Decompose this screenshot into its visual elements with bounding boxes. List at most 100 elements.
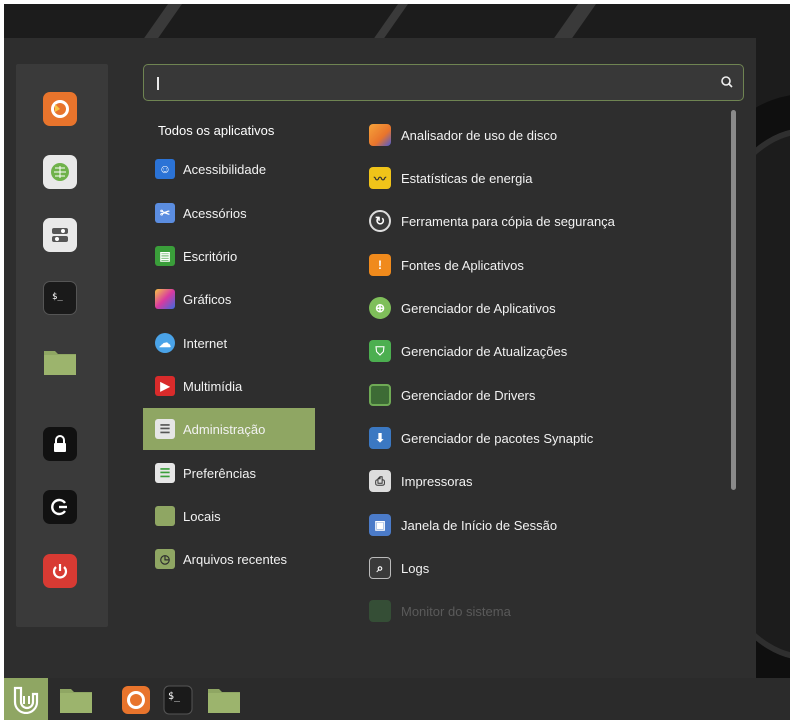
app-logs[interactable]: ⌕ Logs [369,553,429,583]
category-label: Preferências [183,465,256,481]
administration-icon: ☰ [155,419,175,439]
app-backup-tool[interactable]: ↻ Ferramenta para cópia de segurança [369,206,615,236]
category-label: Escritório [183,248,238,264]
app-label: Gerenciador de Atualizações [401,343,568,359]
app-power-statistics[interactable]: 〰 Estatísticas de energia [369,163,533,193]
taskbar-terminal[interactable]: $_ [160,682,196,718]
app-label: Fontes de Aplicativos [401,257,524,273]
backup-icon: ↻ [369,210,391,232]
category-accessories[interactable]: ✂ Acessórios [143,192,315,234]
app-label: Gerenciador de Aplicativos [401,300,556,316]
category-recent-files[interactable]: ◷ Arquivos recentes [143,538,315,580]
disk-usage-icon [369,124,391,146]
category-multimedia[interactable]: ▶ Multimídia [143,365,315,407]
search-input[interactable] [143,64,744,101]
app-label: Estatísticas de energia [401,170,533,186]
category-places[interactable]: Locais [143,495,315,537]
category-label: Multimídia [183,378,243,394]
synaptic-icon: ⬇ [369,427,391,449]
folder-icon [60,689,92,713]
app-label: Ferramenta para cópia de segurança [401,213,615,229]
category-label: Arquivos recentes [183,551,288,567]
app-synaptic[interactable]: ⬇ Gerenciador de pacotes Synaptic [369,423,593,453]
taskbar-files-2[interactable] [204,682,244,718]
terminal-icon: $_ [163,685,193,715]
app-update-manager[interactable]: ⛉ Gerenciador de Atualizações [369,336,567,366]
app-printers[interactable]: ⎙ Impressoras [369,466,473,496]
logout-button[interactable] [43,490,77,524]
folder-icon [155,506,175,526]
app-software-sources[interactable]: ! Fontes de Aplicativos [369,250,524,280]
accessories-icon: ✂ [155,203,175,223]
category-all-applications[interactable]: Todos os aplicativos [158,123,274,138]
app-label: Logs [401,560,430,576]
folder-icon [208,689,240,713]
app-label: Analisador de uso de disco [401,127,558,143]
category-label: Locais [183,508,221,524]
taskbar: $_ [4,678,790,720]
printer-icon: ⎙ [369,470,391,492]
terminal-favorite[interactable]: $_ [43,281,77,315]
settings-icon [52,228,68,242]
taskbar-files[interactable] [56,682,96,718]
category-label: Acessórios [183,205,247,221]
graphics-icon [155,289,175,309]
category-label: Gráficos [183,291,232,307]
app-label: Impressoras [401,473,473,489]
app-disk-usage-analyzer[interactable]: Analisador de uso de disco [369,120,557,150]
category-accessibility[interactable]: ☺ Acessibilidade [143,148,315,190]
app-software-manager[interactable]: ⊕ Gerenciador de Aplicativos [369,293,556,323]
logout-icon [51,498,67,516]
category-label: Acessibilidade [183,161,267,177]
category-label: Internet [183,335,228,351]
office-icon: ▤ [155,246,175,266]
text-caret [157,77,159,90]
software-manager-favorite[interactable] [43,155,77,189]
software-manager-icon [51,163,69,181]
shutdown-button[interactable] [43,554,77,588]
update-manager-icon: ⛉ [369,340,391,362]
app-label: Gerenciador de Drivers [401,387,536,403]
multimedia-icon: ▶ [155,376,175,396]
category-internet[interactable]: ☁ Internet [143,322,315,364]
software-sources-icon: ! [369,254,391,276]
terminal-icon: $_ [52,292,63,302]
firefox-icon [122,686,150,714]
application-menu: $_ Todos os aplicativos ☺ Acessibilidade… [4,38,756,678]
mint-logo-icon [13,686,39,714]
logs-icon: ⌕ [369,557,391,579]
menu-button[interactable] [4,678,48,720]
recent-files-icon: ◷ [155,549,175,569]
settings-favorite[interactable] [43,218,77,252]
app-login-window[interactable]: ▣ Janela de Início de Sessão [369,510,557,540]
login-window-icon: ▣ [369,514,391,536]
power-statistics-icon: 〰 [369,167,391,189]
category-label: Administração [183,421,266,437]
svg-text:$_: $_ [168,691,181,702]
taskbar-firefox[interactable] [118,682,154,718]
category-graphics[interactable]: Gráficos [143,278,315,320]
category-administration[interactable]: ☰ Administração [143,408,315,450]
firefox-icon [51,100,69,118]
lock-icon [54,435,66,452]
folder-icon [44,351,76,375]
category-preferences[interactable]: ☰ Preferências [143,452,315,494]
firefox-favorite[interactable] [43,92,77,126]
system-monitor-icon [369,600,391,622]
accessibility-icon: ☺ [155,159,175,179]
driver-manager-icon [369,384,391,406]
power-icon [52,564,68,579]
search-icon[interactable] [720,75,734,89]
app-system-monitor[interactable]: Monitor do sistema [369,596,511,626]
app-label: Janela de Início de Sessão [401,517,558,533]
favorites-sidebar: $_ [16,64,108,627]
lock-screen-button[interactable] [43,427,77,461]
app-label: Gerenciador de pacotes Synaptic [401,430,594,446]
internet-icon: ☁ [155,333,175,353]
applications-scrollbar[interactable] [731,110,736,490]
software-manager-icon: ⊕ [369,297,391,319]
app-driver-manager[interactable]: Gerenciador de Drivers [369,380,535,410]
category-office[interactable]: ▤ Escritório [143,235,315,277]
svg-text:$_: $_ [52,292,63,302]
files-favorite[interactable] [43,344,77,378]
